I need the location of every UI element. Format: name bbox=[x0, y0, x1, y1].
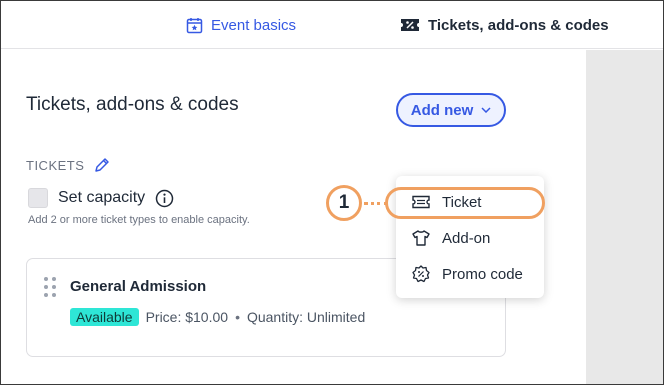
set-capacity-row: Set capacity bbox=[28, 188, 174, 208]
set-capacity-checkbox[interactable] bbox=[28, 188, 48, 208]
app-frame: Event basics Tickets, add-ons & codes Ti… bbox=[0, 0, 664, 385]
tickets-section-header: TICKETS bbox=[26, 157, 110, 173]
menu-item-label: Promo code bbox=[442, 265, 523, 283]
ticket-icon bbox=[412, 195, 430, 209]
promo-badge-icon bbox=[412, 265, 430, 283]
tab-tickets-addons-codes[interactable]: Tickets, add-ons & codes bbox=[400, 13, 609, 37]
tab-tickets-label: Tickets, add-ons & codes bbox=[428, 16, 609, 34]
tab-event-basics[interactable]: Event basics bbox=[186, 13, 296, 37]
main-content: Tickets, add-ons & codes Add new TICKETS… bbox=[1, 50, 586, 384]
ticket-percent-icon bbox=[401, 19, 419, 31]
drag-handle-icon[interactable] bbox=[43, 276, 57, 298]
pencil-edit-icon[interactable] bbox=[94, 157, 110, 173]
tickets-section-label: TICKETS bbox=[26, 157, 85, 173]
add-new-label: Add new bbox=[410, 101, 474, 119]
callout-connector bbox=[364, 202, 388, 205]
ticket-name: General Admission bbox=[70, 278, 207, 295]
menu-item-label: Add-on bbox=[442, 229, 491, 247]
shirt-icon bbox=[412, 230, 430, 246]
ticket-meta: Available Price: $10.00 • Quantity: Unli… bbox=[70, 308, 365, 326]
page-title: Tickets, add-ons & codes bbox=[26, 94, 239, 115]
capacity-hint: Add 2 or more ticket types to enable cap… bbox=[28, 214, 250, 226]
info-icon[interactable] bbox=[155, 189, 174, 208]
menu-item-label: Ticket bbox=[442, 193, 482, 211]
ticket-price: Price: $10.00 bbox=[145, 309, 229, 325]
calendar-star-icon bbox=[186, 17, 203, 33]
callout-number: 1 bbox=[326, 185, 362, 221]
tab-event-basics-label: Event basics bbox=[211, 16, 297, 34]
menu-item-promo-code[interactable]: Promo code bbox=[396, 259, 544, 289]
menu-item-add-on[interactable]: Add-on bbox=[396, 223, 544, 253]
menu-item-ticket[interactable]: Ticket bbox=[396, 187, 544, 217]
tab-bar: Event basics Tickets, add-ons & codes bbox=[1, 1, 663, 49]
add-new-button[interactable]: Add new bbox=[396, 93, 506, 127]
chevron-down-icon bbox=[481, 107, 491, 113]
side-panel bbox=[586, 50, 663, 384]
set-capacity-label: Set capacity bbox=[58, 189, 146, 206]
meta-separator: • bbox=[235, 309, 240, 325]
ticket-quantity: Quantity: Unlimited bbox=[246, 309, 366, 325]
add-new-menu: Ticket Add-on Promo code bbox=[396, 176, 544, 298]
status-badge: Available bbox=[70, 308, 139, 326]
